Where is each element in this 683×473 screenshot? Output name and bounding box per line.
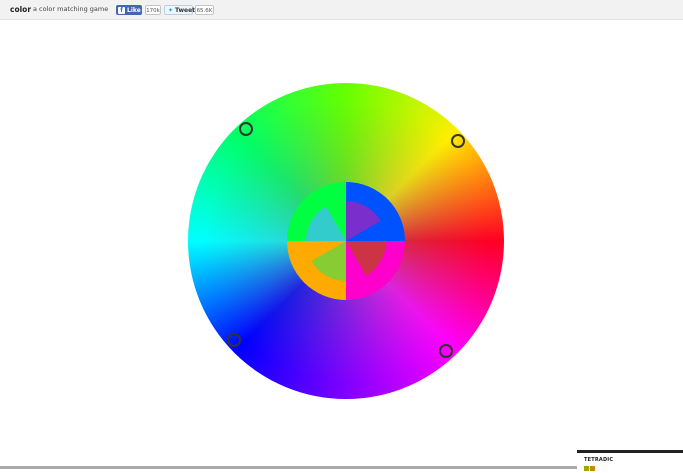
color-marker-4[interactable] bbox=[439, 344, 453, 358]
like-label: Like bbox=[127, 6, 141, 14]
tweet-button[interactable]: ✦ Tweet bbox=[164, 5, 196, 15]
scheme-panel: TETRADIC bbox=[577, 450, 683, 473]
color-marker-1[interactable] bbox=[239, 122, 253, 136]
brand-title[interactable]: color bbox=[10, 5, 31, 14]
tagline: a color matching game bbox=[33, 5, 109, 13]
color-marker-2[interactable] bbox=[451, 134, 465, 148]
twitter-bird-icon: ✦ bbox=[168, 6, 174, 14]
scheme-swatch-1 bbox=[584, 466, 589, 471]
facebook-icon: f bbox=[118, 6, 125, 14]
tweet-label: Tweet bbox=[175, 6, 196, 14]
color-marker-3[interactable] bbox=[227, 333, 241, 347]
tweet-count: 65.6K bbox=[195, 5, 214, 15]
target-color-disc bbox=[287, 182, 405, 300]
scheme-name: TETRADIC bbox=[584, 457, 614, 463]
progress-bar bbox=[0, 466, 577, 469]
top-bar: color a color matching game f Like 170k … bbox=[0, 0, 683, 20]
facebook-like-button[interactable]: f Like bbox=[116, 5, 142, 15]
like-count: 170k bbox=[145, 5, 161, 15]
scheme-swatch-2 bbox=[590, 466, 595, 471]
